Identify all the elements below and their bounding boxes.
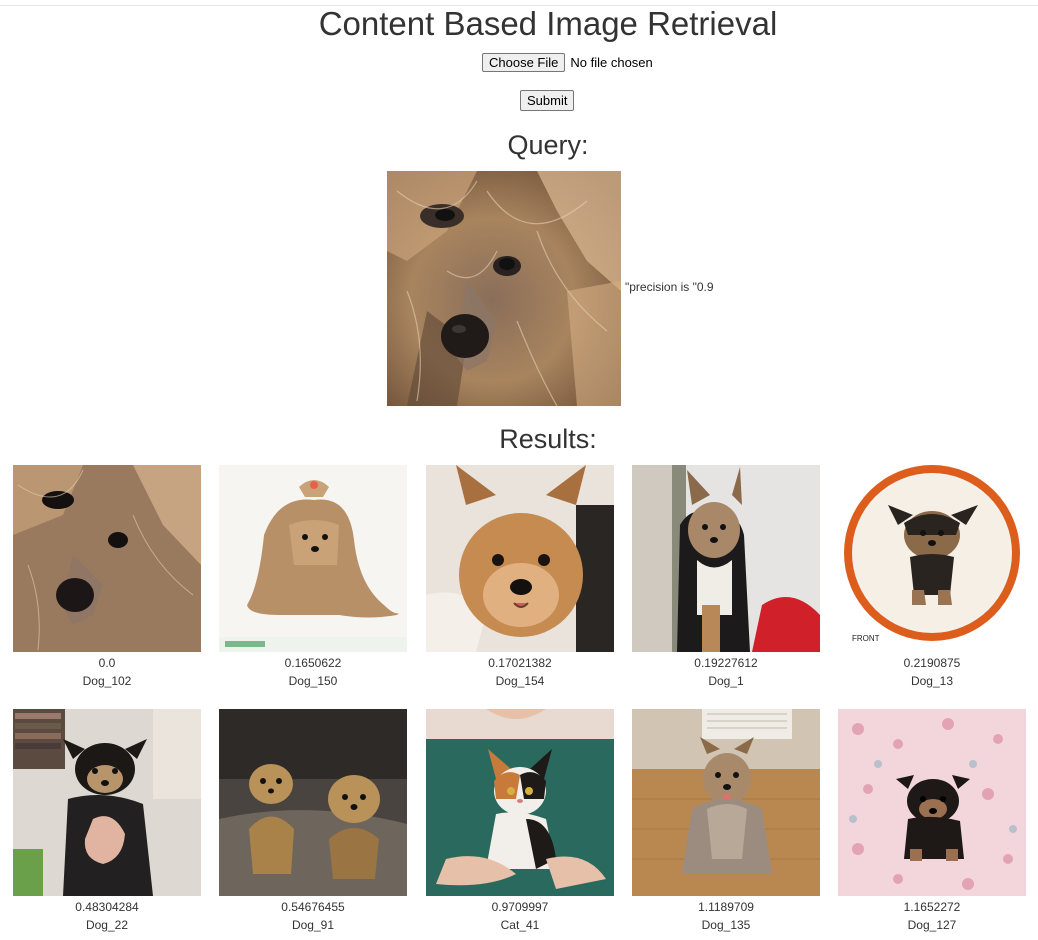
svg-text:FRONT: FRONT (852, 634, 880, 643)
result-label: Dog_102 (82, 674, 132, 688)
result-image (13, 465, 201, 652)
file-upload: Choose File No file chosen (482, 52, 653, 72)
result-card: FRONT 0.2190875 Dog_13 (838, 465, 1026, 690)
result-card: 0.54676455 Dog_91 (219, 709, 407, 934)
result-label: Dog_22 (85, 918, 129, 932)
result-card: 0.48304284 Dog_22 (13, 709, 201, 934)
result-image (426, 709, 614, 896)
query-image (387, 171, 621, 406)
result-score: 0.17021382 (488, 656, 552, 670)
result-label: Dog_91 (291, 918, 335, 932)
precision-text: "precision is "0.9 (625, 280, 714, 294)
result-label: Dog_135 (701, 918, 751, 932)
result-image (838, 709, 1026, 896)
result-score: 0.48304284 (75, 900, 139, 914)
no-file-chosen-text: No file chosen (570, 54, 653, 70)
result-score: 0.54676455 (281, 900, 345, 914)
result-label: Dog_1 (708, 674, 744, 688)
result-image (632, 709, 820, 896)
result-card: 0.1650622 Dog_150 (219, 465, 407, 690)
result-image (426, 465, 614, 652)
result-score: 1.1652272 (903, 900, 961, 914)
result-card: 0.9709997 Cat_41 (426, 709, 614, 934)
result-label: Dog_154 (495, 674, 545, 688)
result-score: 0.9709997 (491, 900, 549, 914)
result-score: 0.0 (98, 656, 116, 670)
result-label: Dog_127 (907, 918, 957, 932)
result-card: 0.17021382 Dog_154 (426, 465, 614, 690)
results-heading: Results: (499, 424, 597, 454)
result-score: 0.19227612 (694, 656, 758, 670)
query-heading: Query: (507, 130, 589, 160)
result-image (219, 709, 407, 896)
result-label: Dog_150 (288, 674, 338, 688)
result-label: Dog_13 (910, 674, 954, 688)
result-score: 0.2190875 (903, 656, 961, 670)
result-image (632, 465, 820, 652)
result-card: 1.1652272 Dog_127 (838, 709, 1026, 934)
page-title: Content Based Image Retrieval (318, 5, 778, 42)
result-card: 0.19227612 Dog_1 (632, 465, 820, 690)
result-score: 1.1189709 (698, 900, 754, 914)
result-card: 1.1189709 Dog_135 (632, 709, 820, 934)
result-card: 0.0 Dog_102 (13, 465, 201, 690)
result-score: 0.1650622 (284, 656, 342, 670)
result-image: FRONT (838, 465, 1026, 652)
result-image (219, 465, 407, 652)
result-image (13, 709, 201, 896)
submit-button[interactable]: Submit (520, 90, 575, 111)
choose-file-button[interactable]: Choose File (482, 52, 566, 72)
result-label: Cat_41 (500, 918, 540, 932)
